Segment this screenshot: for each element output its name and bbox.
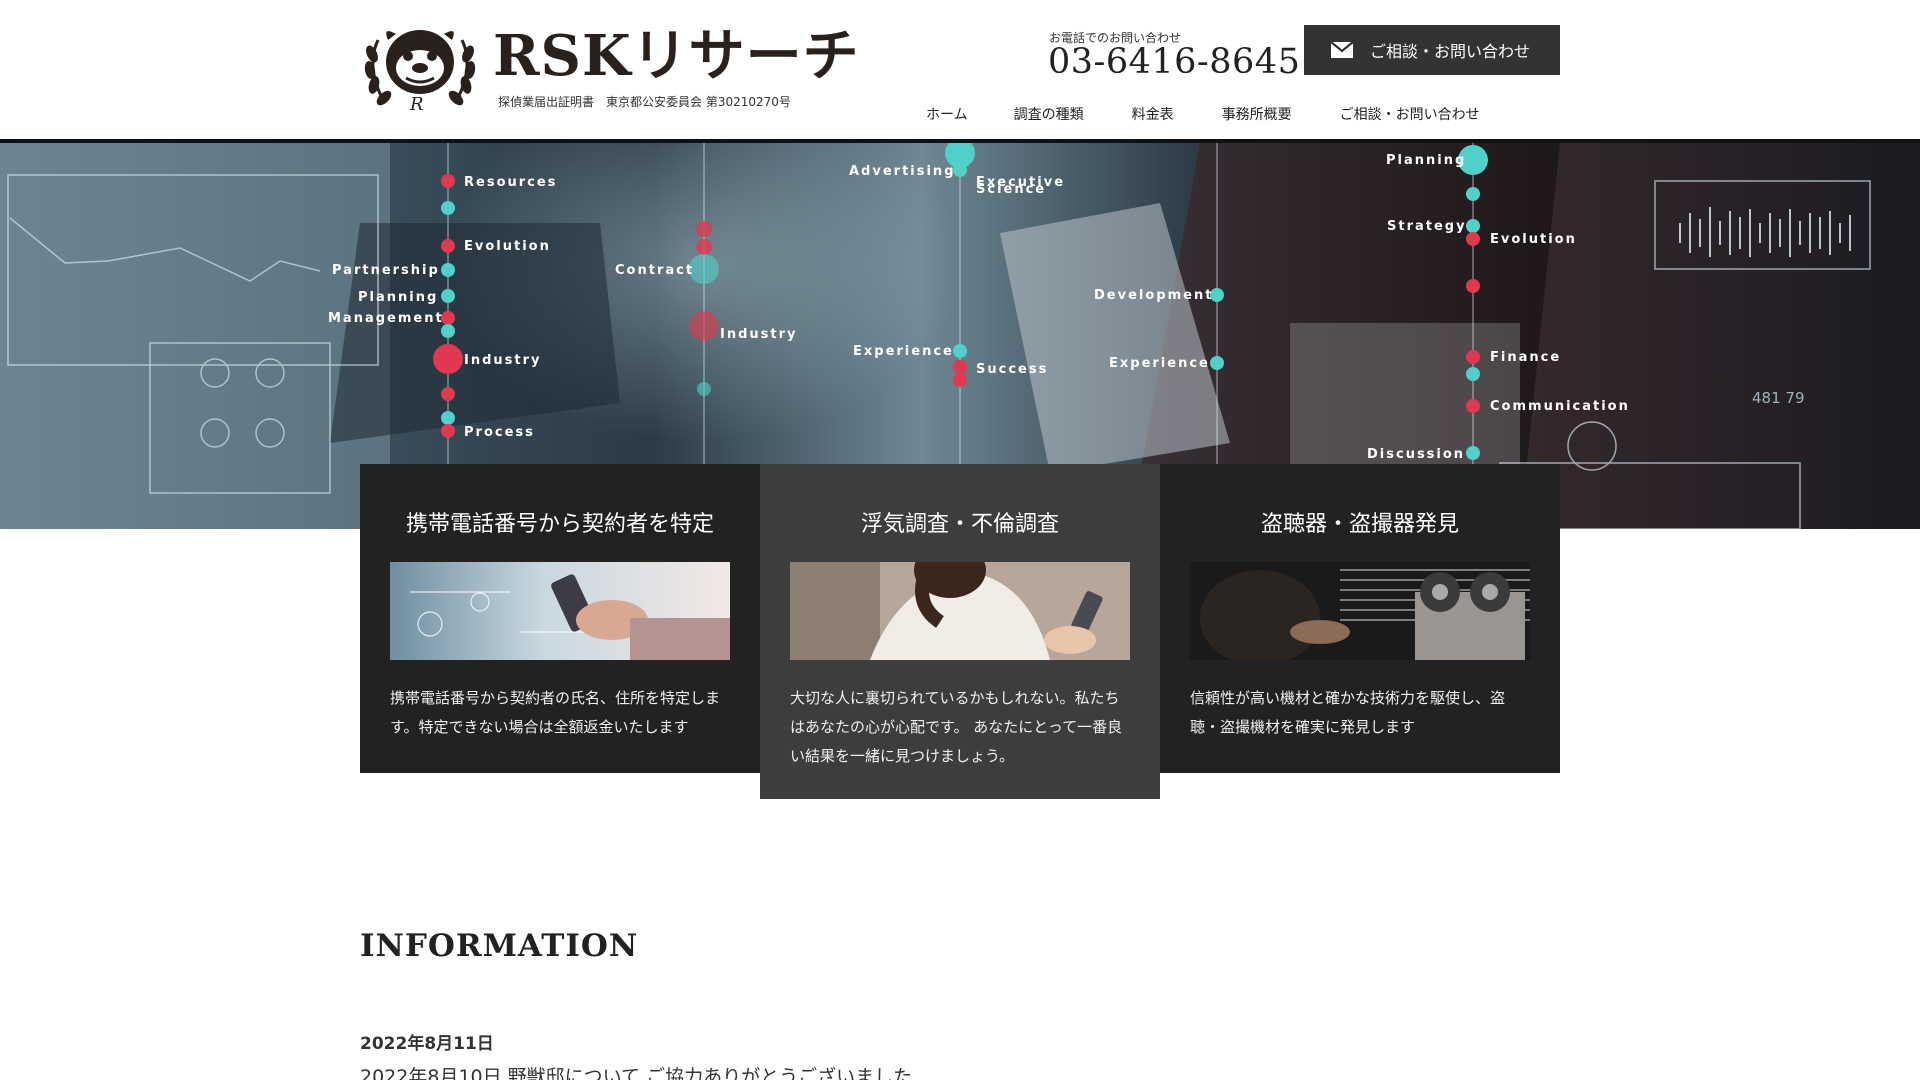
hero-label: Industry [464,353,542,368]
card-title: 浮気調査・不倫調査 [860,512,1059,537]
hero-label: Contract [615,263,694,278]
nav-item-contact[interactable]: ご相談・お問い合わせ [1340,104,1480,124]
hero-label: Partnership [332,263,440,278]
info-section-title: INFORMATION [360,928,639,964]
hero-label: Discussion [1367,447,1465,462]
nav-item-office[interactable]: 事務所概要 [1222,104,1292,124]
hero-label: Development [1094,288,1213,303]
svg-text:R: R [409,94,424,112]
info-news-link[interactable]: 2022年8月10日 野獣邸について ご協力ありがとうございました [360,1062,912,1080]
hero-label: Finance [1490,350,1561,365]
hero-label: Planning [1386,153,1466,168]
main-nav: ホーム 調査の種類 料金表 事務所概要 ご相談・お問い合わせ [900,104,1480,124]
hero-label: Communication [1490,399,1630,414]
hero-label: Strategy [1387,219,1467,234]
logo-wordmark: RSKリサーチ [493,23,860,89]
card-description: 信頼性が高い機材と確かな技術力を駆使し、盗聴・盗撮機材を確実に発見します [1190,689,1506,736]
card-image-phone [390,562,730,660]
nav-item-home[interactable]: ホーム [926,104,968,124]
site-header: R RSKリサーチ 探偵業届出証明書 東京都公安委員会 第30210270号 お… [0,0,1920,143]
card-image-woman-phone [790,562,1130,660]
nav-item-pricing[interactable]: 料金表 [1132,104,1174,124]
hero-label: Science [976,182,1046,197]
bulldog-emblem-icon: R [364,30,476,112]
hero-label: Success [976,362,1048,377]
card-image-surveillance [1190,562,1530,660]
hero-label: Evolution [1490,232,1577,247]
contact-button-label: ご相談・お問い合わせ [1370,42,1531,61]
service-card-phone-trace[interactable]: 携帯電話番号から契約者を特定 携帯電話番号から契約者の氏名、住所を特定します。特… [360,464,760,773]
hero-label: Industry [720,327,798,342]
card-description: 携帯電話番号から契約者の氏名、住所を特定します。特定できない場合は全額返金いたし… [390,689,721,736]
mail-icon [1330,41,1354,58]
card-description: 大切な人に裏切られているかもしれない。私たちはあなたの心が心配です。 あなたにと… [790,689,1123,765]
hero-label: Experience [853,344,954,359]
tel-number[interactable]: 03-6416-8645 [1048,42,1300,82]
hero-label: Experience [1109,356,1210,371]
service-card-infidelity[interactable]: 浮気調査・不倫調査 大切な人に裏切られているかもしれない。私たちはあなたの心が心… [760,464,1160,799]
service-card-bug-detection[interactable]: 盗聴器・盗撮器発見 信頼性が高い機材と確かな技術力を駆使し、盗聴・盗撮機材を確実… [1160,464,1560,773]
license-number: 探偵業届出証明書 東京都公安委員会 第30210270号 [498,95,791,109]
card-title: 携帯電話番号から契約者を特定 [405,512,714,537]
card-title: 盗聴器・盗撮器発見 [1260,512,1459,537]
info-date: 2022年8月11日 [360,1034,494,1054]
hero-readout: 481 79 [1752,389,1805,407]
site-logo[interactable]: R RSKリサーチ 探偵業届出証明書 東京都公安委員会 第30210270号 [360,20,859,112]
nav-item-investigation-types[interactable]: 調査の種類 [1014,104,1084,124]
hero-label: Process [464,425,535,440]
hero-label: Advertising [849,164,956,179]
hero-label: Management [328,311,444,326]
hero-label: Resources [464,175,557,190]
contact-button[interactable]: ご相談・お問い合わせ [1304,25,1560,75]
hero-label: Evolution [464,239,551,254]
hero-label: Planning [358,290,438,305]
